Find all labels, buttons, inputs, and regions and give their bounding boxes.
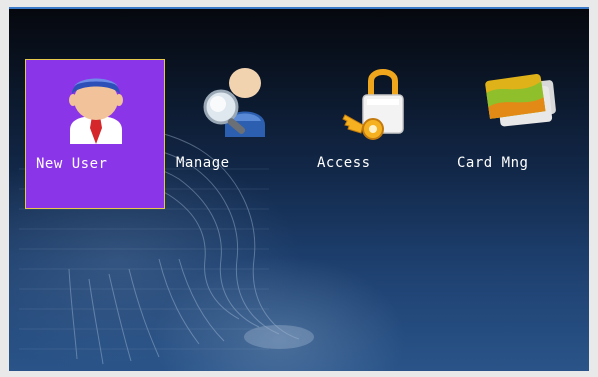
menu-item-label: Card Mng xyxy=(457,155,529,171)
menu-item-label: New User xyxy=(36,156,108,172)
user-manage-icon xyxy=(203,68,265,137)
menu-item-new-user[interactable]: New User xyxy=(25,59,165,209)
menu-item-access[interactable]: Access xyxy=(307,59,447,209)
user-icon xyxy=(69,78,123,144)
menu-item-label: Access xyxy=(317,155,371,171)
menu-item-manage[interactable]: Manage xyxy=(167,59,307,209)
menu-item-label: Manage xyxy=(176,155,230,171)
main-menu-screen: New User Manage Access Card Mng xyxy=(9,7,589,371)
device-frame: New User Manage Access Card Mng xyxy=(0,0,598,377)
menu-item-card-mng[interactable]: Card Mng xyxy=(447,59,587,209)
card-icon xyxy=(485,74,556,127)
lock-key-icon xyxy=(342,69,404,140)
